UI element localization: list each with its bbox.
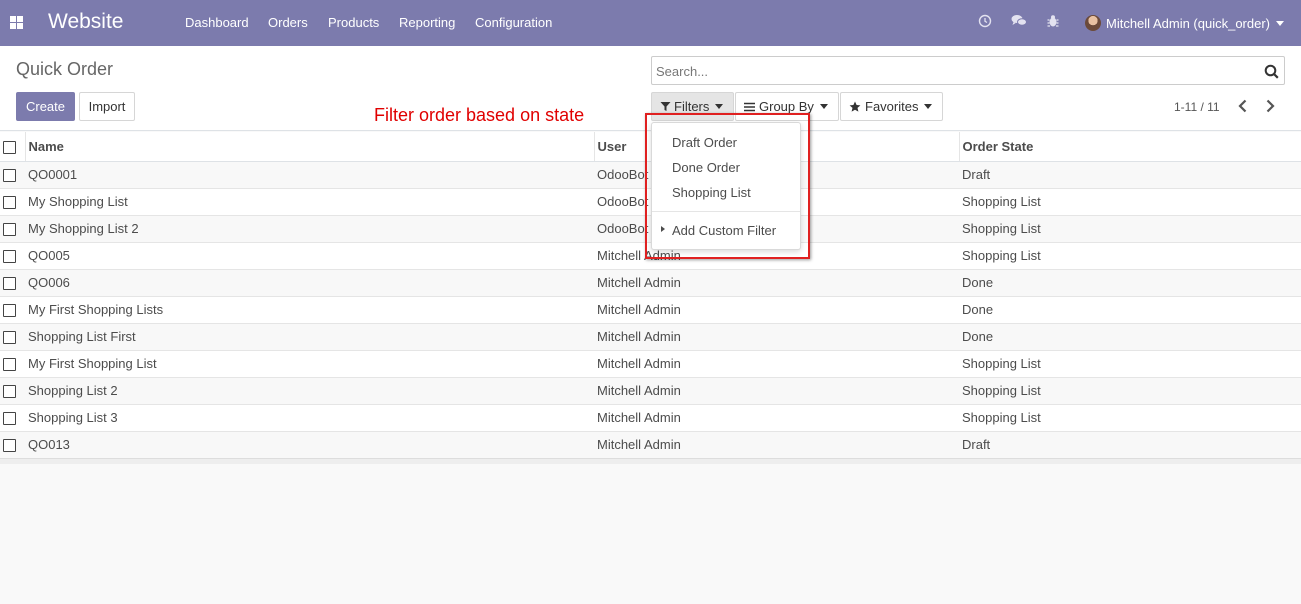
- cell-name: QO0001: [25, 160, 594, 188]
- search-bar: [651, 56, 1285, 85]
- cell-user: Mitchell Admin: [594, 349, 959, 377]
- row-checkbox[interactable]: [3, 196, 16, 210]
- cell-order-state: Draft: [959, 430, 1301, 458]
- table-row[interactable]: My First Shopping Lists Mitchell Admin Don…: [0, 295, 1301, 323]
- row-checkbox[interactable]: [3, 277, 16, 291]
- cell-name: QO013: [25, 430, 594, 458]
- cell-user: Mitchell Admin: [594, 403, 959, 431]
- cell-name: QO006: [25, 268, 594, 296]
- cell-name: Shopping List First: [25, 322, 594, 350]
- chevron-down-icon: [1276, 20, 1285, 26]
- bug-icon[interactable]: [1045, 14, 1061, 30]
- cell-order-state: Shopping List: [959, 376, 1301, 404]
- cell-user: Mitchell Admin: [594, 295, 959, 323]
- table-row[interactable]: Shopping List 2 Mitchell Admin Shopping Li…: [0, 376, 1301, 404]
- cell-order-state: Draft: [959, 160, 1301, 188]
- chevron-down-icon: [819, 104, 828, 109]
- favorites-label: Favorites: [865, 99, 919, 114]
- user-menu[interactable]: Mitchell Admin (quick_order): [1085, 12, 1285, 34]
- row-checkbox[interactable]: [3, 250, 16, 264]
- cell-name: Shopping List 3: [25, 403, 594, 431]
- menu-products[interactable]: Products: [328, 15, 379, 30]
- cell-name: Shopping List 2: [25, 376, 594, 404]
- chat-icon[interactable]: [1011, 14, 1027, 30]
- list-icon: [744, 102, 755, 111]
- group-by-label: Group By: [759, 99, 814, 114]
- avatar: [1085, 15, 1101, 31]
- cell-order-state: Done: [959, 322, 1301, 350]
- select-all-checkbox[interactable]: [3, 140, 16, 154]
- table-row[interactable]: QO006 Mitchell Admin Done: [0, 268, 1301, 296]
- clock-icon[interactable]: [977, 14, 993, 30]
- favorites-button[interactable]: Favorites: [840, 92, 943, 121]
- chevron-down-icon: [924, 104, 933, 109]
- menu-dashboard[interactable]: Dashboard: [185, 15, 249, 30]
- page-title: Quick Order: [16, 59, 114, 79]
- cell-order-state: Done: [959, 268, 1301, 296]
- filters-label: Filters: [674, 99, 710, 114]
- row-checkbox[interactable]: [3, 331, 16, 345]
- top-navbar: Website Dashboard Orders Products Report…: [0, 0, 1301, 46]
- cell-name: My First Shopping List: [25, 349, 594, 377]
- row-checkbox[interactable]: [3, 304, 16, 318]
- search-input[interactable]: [656, 62, 1246, 80]
- cell-order-state: Shopping List: [959, 349, 1301, 377]
- cell-user: Mitchell Admin: [594, 268, 959, 296]
- row-checkbox[interactable]: [3, 412, 16, 426]
- table-footer: [0, 458, 1301, 464]
- table-row[interactable]: Shopping List 3 Mitchell Admin Shopping Li…: [0, 403, 1301, 431]
- apps-menu-icon[interactable]: [10, 16, 23, 29]
- row-checkbox[interactable]: [3, 385, 16, 399]
- table-row[interactable]: My First Shopping List Mitchell Admin Shop…: [0, 349, 1301, 377]
- cell-name: My Shopping List 2: [25, 214, 594, 242]
- column-header-name[interactable]: Name: [24, 132, 594, 162]
- annotation-highlight-box: [645, 113, 810, 259]
- menu-reporting[interactable]: Reporting: [399, 15, 455, 30]
- cell-user: Mitchell Admin: [594, 322, 959, 350]
- annotation-text: Filter order based on state: [374, 105, 585, 125]
- pager-value[interactable]: 1-11 / 11: [1174, 100, 1220, 114]
- row-checkbox[interactable]: [3, 358, 16, 372]
- column-header-order-state[interactable]: Order State: [958, 132, 1301, 162]
- cell-user: Mitchell Admin: [594, 430, 959, 458]
- search-icon[interactable]: [1264, 64, 1279, 79]
- cell-order-state: Shopping List: [959, 214, 1301, 242]
- cell-user: Mitchell Admin: [594, 376, 959, 404]
- cell-order-state: Shopping List: [959, 241, 1301, 269]
- funnel-icon: [660, 102, 671, 111]
- cell-order-state: Shopping List: [959, 403, 1301, 431]
- star-icon: [849, 101, 861, 112]
- app-name[interactable]: Website: [48, 10, 123, 34]
- import-button[interactable]: Import: [79, 92, 135, 121]
- table-row[interactable]: QO013 Mitchell Admin Draft: [0, 430, 1301, 458]
- menu-orders[interactable]: Orders: [268, 15, 308, 30]
- cell-name: My Shopping List: [25, 187, 594, 215]
- cell-order-state: Done: [959, 295, 1301, 323]
- cell-order-state: Shopping List: [959, 187, 1301, 215]
- menu-configuration[interactable]: Configuration: [475, 15, 552, 30]
- table-row[interactable]: Shopping List First Mitchell Admin Done: [0, 322, 1301, 350]
- cell-name: My First Shopping Lists: [25, 295, 594, 323]
- row-checkbox[interactable]: [3, 439, 16, 453]
- chevron-right-icon[interactable]: [1263, 98, 1277, 114]
- user-name: Mitchell Admin (quick_order): [1106, 15, 1271, 31]
- chevron-left-icon[interactable]: [1236, 98, 1250, 114]
- row-checkbox[interactable]: [3, 169, 16, 183]
- cell-name: QO005: [25, 241, 594, 269]
- create-button[interactable]: Create: [16, 92, 75, 121]
- chevron-down-icon: [715, 104, 724, 109]
- row-checkbox[interactable]: [3, 223, 16, 237]
